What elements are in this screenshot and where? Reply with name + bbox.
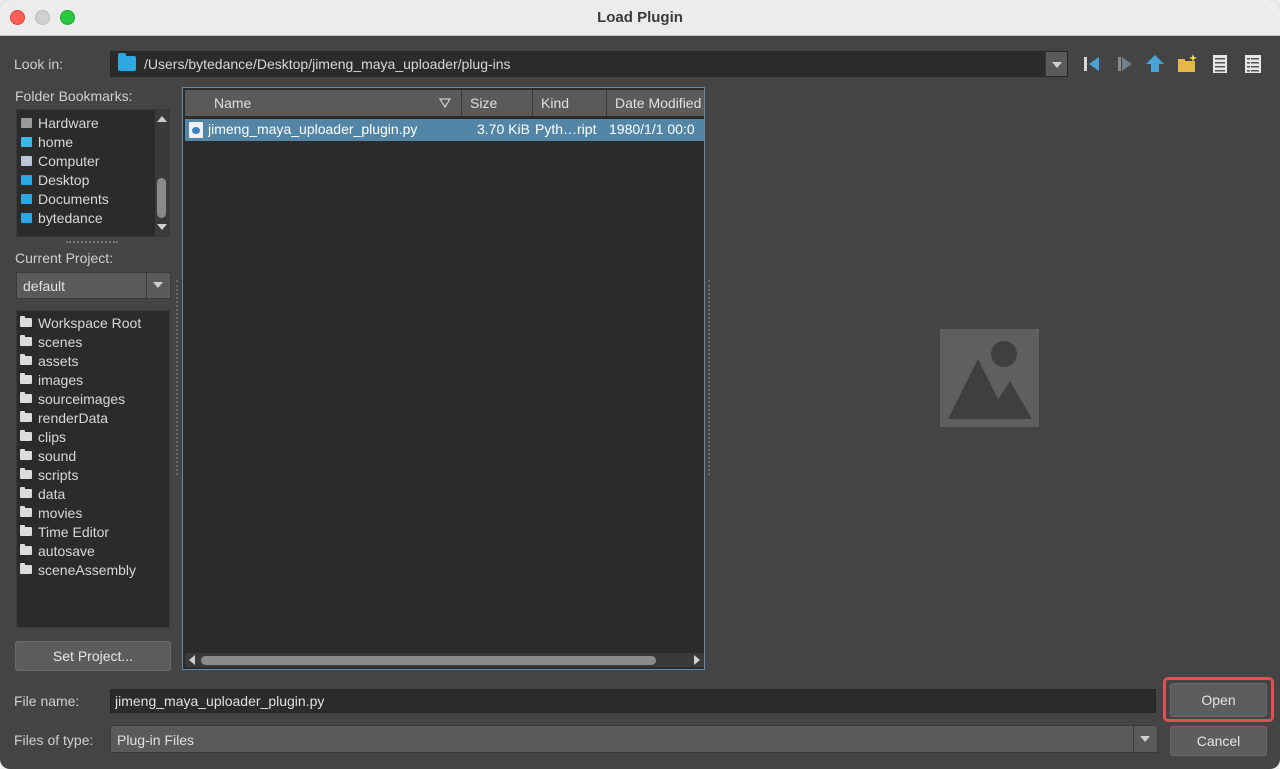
folder-icon xyxy=(118,53,136,71)
title-bar: Load Plugin xyxy=(0,0,1280,36)
bookmarks-splitter-handle[interactable] xyxy=(66,241,118,243)
back-icon[interactable] xyxy=(1081,53,1103,75)
file-kind-cell: Pyth…ript xyxy=(535,121,597,137)
project-folder-item[interactable]: clips xyxy=(20,427,66,446)
left-panel-splitter-handle[interactable] xyxy=(176,280,178,475)
folder-icon xyxy=(20,487,32,498)
project-folder-item[interactable]: Workspace Root xyxy=(20,313,141,332)
folder-icon xyxy=(20,525,32,536)
detail-view-icon[interactable] xyxy=(1242,53,1264,75)
folder-icon xyxy=(21,212,32,223)
project-folder-item[interactable]: assets xyxy=(20,351,78,370)
column-header-size[interactable]: Size xyxy=(462,90,533,116)
folder-icon xyxy=(20,449,32,460)
window-title: Load Plugin xyxy=(597,9,683,26)
list-view-icon[interactable] xyxy=(1209,53,1231,75)
files-of-type-combo[interactable]: Plug-in Files xyxy=(110,725,1158,753)
file-size-cell: 3.70 KiB xyxy=(477,121,530,137)
folder-icon xyxy=(20,373,32,384)
folder-icon xyxy=(20,392,32,403)
project-folder-item[interactable]: data xyxy=(20,484,65,503)
files-of-type-label: Files of type: xyxy=(14,732,94,748)
folder-icon xyxy=(21,193,32,204)
bookmarks-scrollbar[interactable] xyxy=(155,110,169,236)
python-file-icon xyxy=(189,122,203,138)
bookmark-home[interactable]: home xyxy=(21,132,73,151)
file-name-label: File name: xyxy=(14,693,80,709)
open-button-highlight xyxy=(1163,677,1274,722)
bookmark-computer[interactable]: Computer xyxy=(21,151,99,170)
current-project-value: default xyxy=(23,278,66,294)
forward-icon[interactable] xyxy=(1114,53,1136,75)
look-in-label: Look in: xyxy=(14,56,64,72)
file-date-cell: 1980/1/1 00:0 xyxy=(609,121,695,137)
scroll-up-icon[interactable] xyxy=(157,116,167,122)
bookmarks-list[interactable]: Hardware home Computer Desktop Documents… xyxy=(16,109,170,237)
file-list-horizontal-scrollbar[interactable] xyxy=(185,653,704,667)
folder-icon xyxy=(20,354,32,365)
image-preview-placeholder-icon xyxy=(940,329,1039,427)
scroll-left-icon[interactable] xyxy=(189,655,195,665)
sort-descending-icon xyxy=(439,98,451,108)
folder-icon xyxy=(20,411,32,422)
current-project-combo[interactable]: default xyxy=(16,272,171,299)
column-header-kind[interactable]: Kind xyxy=(533,90,607,116)
folder-icon xyxy=(20,563,32,574)
folder-icon xyxy=(21,174,32,185)
folder-icon xyxy=(20,335,32,346)
bookmark-desktop[interactable]: Desktop xyxy=(21,170,89,189)
project-folders-list[interactable]: Workspace Root scenes assets images sour… xyxy=(16,310,170,628)
set-project-button[interactable]: Set Project... xyxy=(15,641,171,671)
bookmark-hardware[interactable]: Hardware xyxy=(21,113,99,132)
file-type-dropdown-button[interactable] xyxy=(1133,726,1157,752)
table-row[interactable]: jimeng_maya_uploader_plugin.py 3.70 KiB … xyxy=(185,119,704,141)
look-in-combo[interactable]: /Users/bytedance/Desktop/jimeng_maya_upl… xyxy=(110,51,1068,77)
hardware-icon xyxy=(21,117,32,128)
project-folder-item[interactable]: Time Editor xyxy=(20,522,109,541)
folder-icon xyxy=(20,544,32,555)
file-name-input[interactable] xyxy=(111,690,1155,712)
load-plugin-dialog: Load Plugin Look in: /Users/bytedance/De… xyxy=(0,0,1280,769)
new-folder-icon[interactable] xyxy=(1176,53,1198,75)
scrollbar-thumb[interactable] xyxy=(201,656,656,665)
project-folder-item[interactable]: sound xyxy=(20,446,76,465)
folder-icon xyxy=(20,316,32,327)
project-dropdown-button[interactable] xyxy=(146,273,170,298)
folder-bookmarks-label: Folder Bookmarks: xyxy=(15,88,133,104)
bookmark-documents[interactable]: Documents xyxy=(21,189,109,208)
parent-folder-icon[interactable] xyxy=(1144,53,1166,75)
look-in-path: /Users/bytedance/Desktop/jimeng_maya_upl… xyxy=(144,56,511,72)
project-folder-item[interactable]: sourceimages xyxy=(20,389,125,408)
bookmark-bytedance[interactable]: bytedance xyxy=(21,208,103,227)
chevron-down-icon xyxy=(1140,736,1150,742)
project-folder-item[interactable]: autosave xyxy=(20,541,95,560)
scroll-right-icon[interactable] xyxy=(694,655,700,665)
chevron-down-icon xyxy=(153,282,163,288)
look-in-dropdown-button[interactable] xyxy=(1045,52,1067,76)
file-list[interactable]: Name Size Kind Date Modified jimeng_maya… xyxy=(182,87,705,670)
scrollbar-thumb[interactable] xyxy=(157,178,166,218)
folder-icon xyxy=(20,506,32,517)
folder-icon xyxy=(20,430,32,441)
project-folder-item[interactable]: sceneAssembly xyxy=(20,560,136,579)
files-of-type-value: Plug-in Files xyxy=(117,732,195,748)
folder-icon xyxy=(20,468,32,479)
project-folder-item[interactable]: scenes xyxy=(20,332,82,351)
column-header-date-modified[interactable]: Date Modified xyxy=(607,90,704,116)
project-folder-item[interactable]: movies xyxy=(20,503,82,522)
computer-icon xyxy=(21,155,32,166)
preview-splitter-handle[interactable] xyxy=(708,280,710,475)
file-name-cell: jimeng_maya_uploader_plugin.py xyxy=(208,121,418,137)
project-folder-item[interactable]: images xyxy=(20,370,83,389)
home-icon xyxy=(21,136,32,147)
current-project-label: Current Project: xyxy=(15,250,114,266)
cancel-button[interactable]: Cancel xyxy=(1170,726,1267,756)
scroll-down-icon[interactable] xyxy=(157,224,167,230)
project-folder-item[interactable]: renderData xyxy=(20,408,108,427)
chevron-down-icon xyxy=(1052,62,1062,68)
column-header-name[interactable]: Name xyxy=(185,90,462,116)
project-folder-item[interactable]: scripts xyxy=(20,465,78,484)
file-name-field-wrapper xyxy=(110,689,1156,713)
